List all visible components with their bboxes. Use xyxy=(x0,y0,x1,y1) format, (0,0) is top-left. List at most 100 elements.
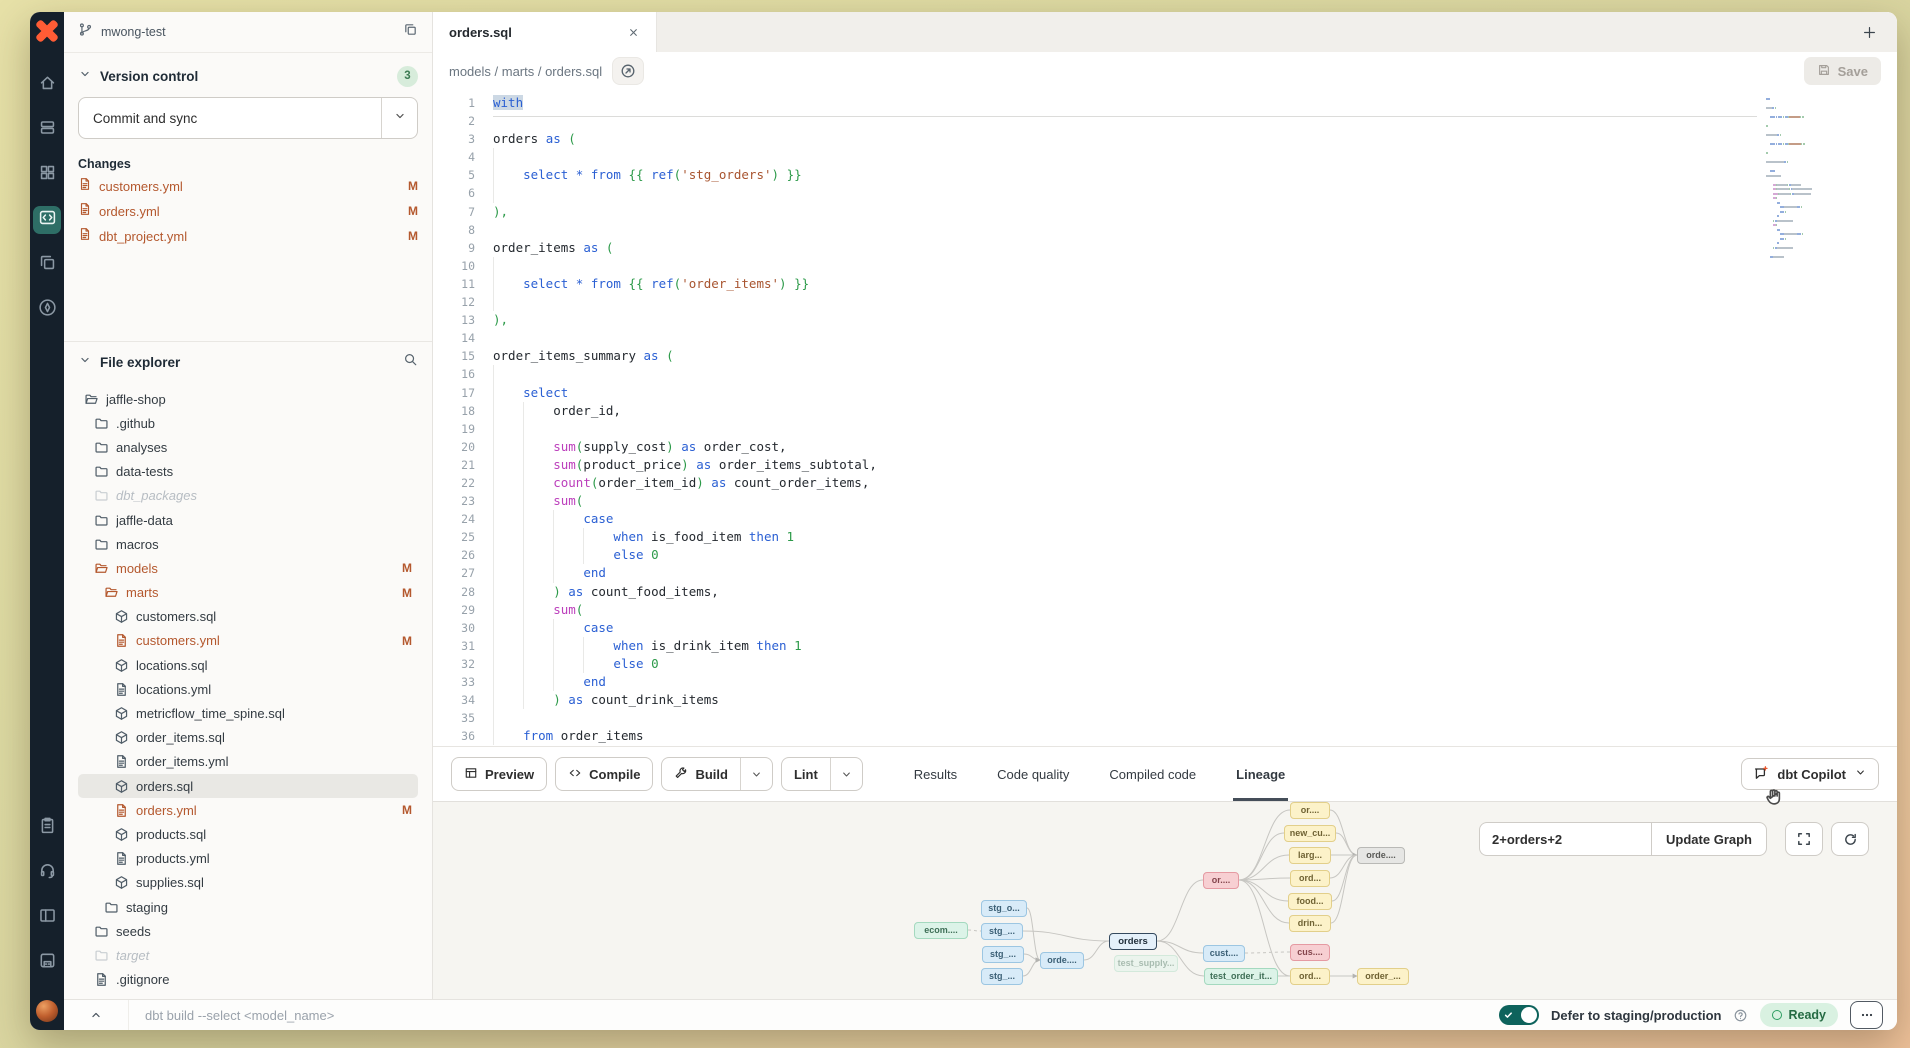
code-editor[interactable]: 1with23orders as (45 select * from {{ re… xyxy=(433,90,1897,746)
options-caret[interactable] xyxy=(740,758,772,790)
tree-item[interactable]: data-tests xyxy=(78,460,418,484)
tree-item[interactable]: customers.sql xyxy=(78,605,418,629)
lineage-node[interactable]: test_order_it... xyxy=(1204,968,1278,985)
view-lineage-button[interactable] xyxy=(612,57,644,85)
commit-options-caret[interactable] xyxy=(381,98,417,138)
branch-name[interactable]: mwong-test xyxy=(101,25,403,39)
lineage-node[interactable]: cust.... xyxy=(1203,945,1245,962)
rail-docs-button[interactable] xyxy=(33,904,61,932)
build-button[interactable]: Build xyxy=(661,757,773,791)
preview-button[interactable]: Preview xyxy=(451,757,547,791)
tree-item[interactable]: locations.sql xyxy=(78,653,418,677)
update-graph-button[interactable]: Update Graph xyxy=(1651,822,1767,856)
defer-toggle[interactable] xyxy=(1499,1005,1539,1025)
tree-item[interactable]: modelsM xyxy=(78,556,418,580)
lineage-node[interactable]: stg_o... xyxy=(981,900,1027,917)
rail-home-button[interactable] xyxy=(33,71,61,99)
compile-button[interactable]: Compile xyxy=(555,757,653,791)
tree-item[interactable]: order_items.yml xyxy=(78,750,418,774)
code-line: 7), xyxy=(433,203,1897,221)
lineage-node[interactable]: new_cu... xyxy=(1284,825,1336,842)
save-button[interactable]: Save xyxy=(1804,57,1881,85)
tree-item[interactable]: order_items.sql xyxy=(78,726,418,750)
copy-icon[interactable] xyxy=(403,22,418,42)
lineage-node[interactable]: drin... xyxy=(1289,915,1331,932)
tree-item[interactable]: jaffle-data xyxy=(78,508,418,532)
tab-results[interactable]: Results xyxy=(911,747,960,801)
lineage-node[interactable]: orders xyxy=(1109,933,1157,950)
search-icon[interactable] xyxy=(403,352,418,372)
tree-item[interactable]: target xyxy=(78,943,418,967)
command-input[interactable]: dbt build --select <model_name> xyxy=(129,1008,1499,1023)
options-caret[interactable] xyxy=(830,758,862,790)
button-label: Lint xyxy=(794,767,818,782)
tree-item[interactable]: martsM xyxy=(78,581,418,605)
tree-item[interactable]: dbt_packages xyxy=(78,484,418,508)
rail-deploy-button[interactable] xyxy=(33,116,61,144)
tab-lineage[interactable]: Lineage xyxy=(1233,747,1288,801)
tree-item-label: models xyxy=(116,561,402,576)
tree-item[interactable]: products.yml xyxy=(78,847,418,871)
lineage-node[interactable]: test_supply... xyxy=(1114,955,1178,972)
avatar[interactable] xyxy=(36,1000,58,1022)
lineage-node[interactable]: stg_... xyxy=(981,923,1023,940)
dbt-logo-icon[interactable] xyxy=(35,19,59,43)
tree-item[interactable]: .gitignore xyxy=(78,968,418,992)
close-icon[interactable] xyxy=(627,26,640,39)
tree-item[interactable]: orders.ymlM xyxy=(78,798,418,822)
tree-item[interactable]: customers.ymlM xyxy=(78,629,418,653)
rail-notes-button[interactable] xyxy=(33,814,61,842)
modified-badge: M xyxy=(408,229,418,243)
tree-item[interactable]: locations.yml xyxy=(78,677,418,701)
tab-orders-sql[interactable]: orders.sql xyxy=(433,12,657,52)
lineage-node[interactable]: stg_... xyxy=(982,946,1024,963)
lineage-node[interactable]: or.... xyxy=(1290,802,1330,819)
rail-support-button[interactable] xyxy=(33,859,61,887)
lineage-selector-input[interactable] xyxy=(1479,822,1651,856)
chevron-down-icon[interactable] xyxy=(78,353,92,372)
lint-button[interactable]: Lint xyxy=(781,757,863,791)
refresh-button[interactable] xyxy=(1831,822,1869,856)
help-icon[interactable] xyxy=(1733,1008,1748,1023)
tree-item[interactable]: metricflow_time_spine.sql xyxy=(78,701,418,725)
rail-develop-button[interactable] xyxy=(33,206,61,234)
changed-file-item[interactable]: customers.ymlM xyxy=(78,176,418,196)
chevron-down-icon[interactable] xyxy=(78,67,92,86)
rail-grid-button[interactable] xyxy=(33,161,61,189)
rail-storage-button[interactable] xyxy=(33,949,61,977)
changed-file-item[interactable]: dbt_project.ymlM xyxy=(78,226,418,246)
tree-item[interactable]: orders.sql xyxy=(78,774,418,798)
fullscreen-button[interactable] xyxy=(1785,822,1823,856)
tree-item[interactable]: staging xyxy=(78,895,418,919)
tree-item[interactable]: seeds xyxy=(78,919,418,943)
expand-command-bar-button[interactable] xyxy=(64,1000,129,1030)
editor-minimap[interactable] xyxy=(1766,98,1830,265)
tree-item[interactable]: jaffle-shop xyxy=(78,387,418,411)
lineage-node[interactable]: orde.... xyxy=(1357,847,1405,864)
overflow-menu-button[interactable] xyxy=(1850,1001,1883,1029)
lineage-node[interactable]: stg_... xyxy=(981,968,1023,985)
tree-item[interactable]: products.sql xyxy=(78,822,418,846)
tree-item[interactable]: analyses xyxy=(78,435,418,459)
lineage-node[interactable]: ecom.... xyxy=(914,922,968,939)
lineage-node[interactable]: larg... xyxy=(1289,847,1331,864)
results-toolbar: PreviewCompileBuild Lint Results Code qual… xyxy=(433,746,1897,801)
lineage-node[interactable]: food... xyxy=(1288,893,1332,910)
lineage-node[interactable]: cus.... xyxy=(1290,944,1330,961)
lineage-node[interactable]: order_... xyxy=(1357,968,1409,985)
new-tab-button[interactable] xyxy=(1862,12,1877,52)
lineage-node[interactable]: orde.... xyxy=(1040,952,1084,969)
rail-explore-button[interactable] xyxy=(33,296,61,324)
rail-projects-button[interactable] xyxy=(33,251,61,279)
lineage-node[interactable]: or.... xyxy=(1203,872,1239,889)
lineage-node[interactable]: ord... xyxy=(1290,870,1330,887)
tree-item[interactable]: macros xyxy=(78,532,418,556)
tab-code-quality[interactable]: Code quality xyxy=(994,747,1072,801)
tree-item[interactable]: .github xyxy=(78,411,418,435)
changed-file-item[interactable]: orders.ymlM xyxy=(78,201,418,221)
tab-compiled-code[interactable]: Compiled code xyxy=(1106,747,1199,801)
tree-item[interactable]: supplies.sql xyxy=(78,871,418,895)
lineage-node[interactable]: ord... xyxy=(1290,968,1330,985)
dbt-copilot-button[interactable]: dbt Copilot xyxy=(1741,758,1879,790)
commit-and-sync-button[interactable]: Commit and sync xyxy=(78,97,418,139)
